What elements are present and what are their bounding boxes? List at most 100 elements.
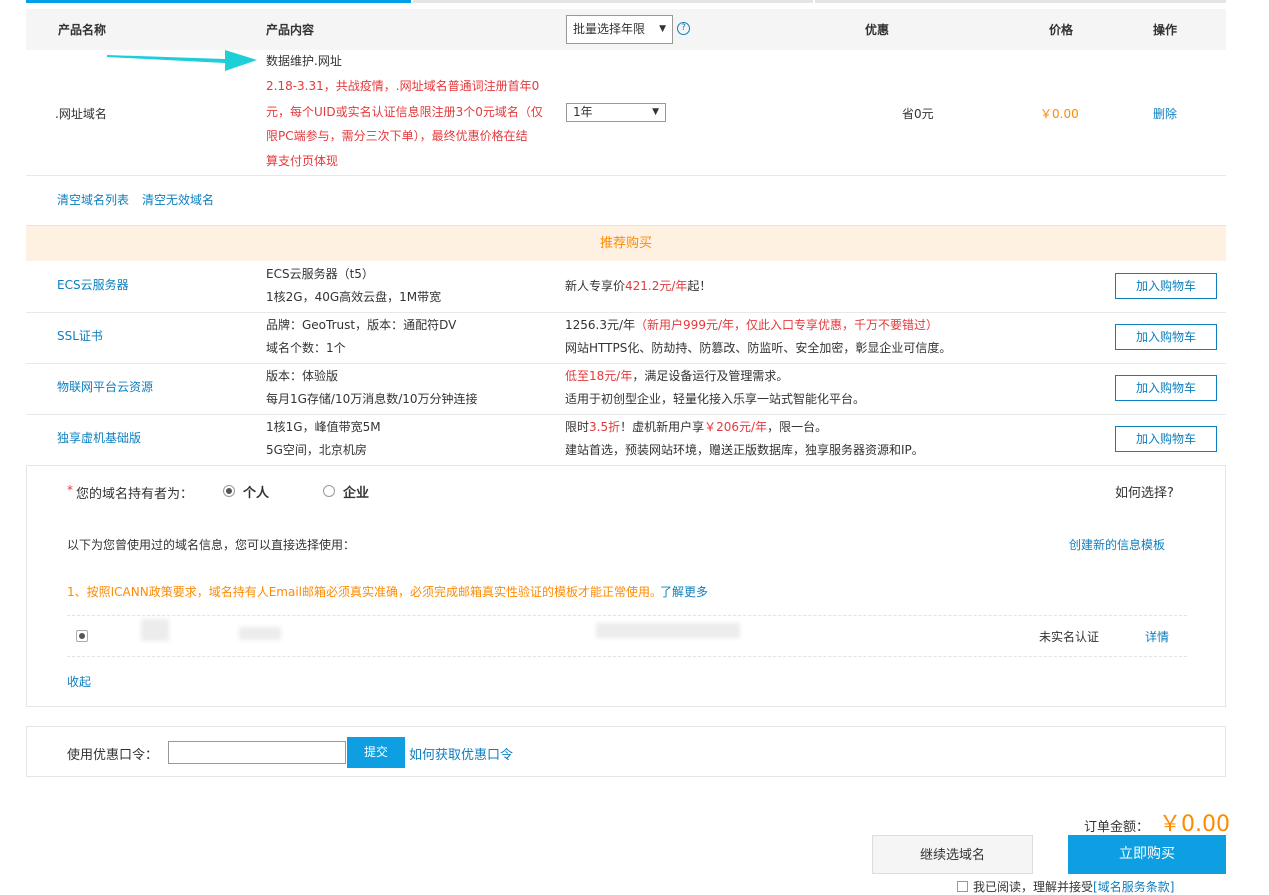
desc-price: 421.2元/年 <box>625 279 688 293</box>
agree-checkbox[interactable] <box>957 881 968 892</box>
recommend-header: 推荐购买 <box>26 225 1226 261</box>
col-product-name: 产品名称 <box>58 23 107 37</box>
year-select-value: 1年 <box>573 105 593 119</box>
radio-personal[interactable] <box>223 485 235 497</box>
product-title: 数据维护.网址 <box>266 54 342 68</box>
icann-notice: 1、按照ICANN政策要求，域名持有人Email邮箱必须真实准确，必须完成邮箱真… <box>67 585 663 599</box>
progress-separator <box>411 0 413 3</box>
desc-text: ，满足设备运行及管理需求。 <box>632 369 789 383</box>
recommend-item-name[interactable]: 独享虚机基础版 <box>57 429 141 446</box>
desc-text: 新人专享价 <box>565 279 626 293</box>
clear-invalid-domains-link[interactable]: 清空无效域名 <box>142 191 214 208</box>
used-info-text: 以下为您曾使用过的域名信息，您可以直接选择使用： <box>67 538 356 552</box>
learn-more-link[interactable]: 了解更多 <box>660 583 708 600</box>
help-icon[interactable]: ? <box>677 22 690 35</box>
recommend-row: ECS云服务器 ECS云服务器（t5） 1核2G，40G高效云盘，1M带宽 新人… <box>26 261 1226 313</box>
redacted-field <box>596 623 740 638</box>
product-promo-line: 限PC端参与，需分三次下单），最终优惠价格在结 <box>266 129 528 143</box>
recommend-item-name[interactable]: 物联网平台云资源 <box>57 378 153 395</box>
recommend-row: 物联网平台云资源 版本：体验版 每月1G存储/10万消息数/10万分钟连接 低至… <box>26 363 1226 415</box>
desc-text: 限时 <box>565 420 590 434</box>
add-to-cart-button[interactable]: 加入购物车 <box>1115 273 1217 299</box>
redacted-field <box>141 619 169 641</box>
recommend-desc: 新人专享价421.2元/年起！ <box>565 277 711 294</box>
radio-company[interactable] <box>323 485 335 497</box>
recommend-row: SSL证书 品牌：GeoTrust，版本：通配符DV 域名个数：1个 1256.… <box>26 312 1226 364</box>
coupon-submit-button[interactable]: 提交 <box>347 737 405 768</box>
recommend-desc: 低至18元/年，满足设备运行及管理需求。 <box>565 367 788 384</box>
col-action: 操作 <box>1153 23 1178 37</box>
recommend-desc: 限时3.5折！虚机新用户享￥206元/年，限一台。 <box>565 418 827 435</box>
continue-select-domain-button[interactable]: 继续选域名 <box>872 835 1033 874</box>
add-to-cart-button[interactable]: 加入购物车 <box>1115 324 1217 350</box>
coupon-input[interactable] <box>168 741 346 764</box>
recommend-spec: 域名个数：1个 <box>266 341 346 355</box>
coupon-panel: 使用优惠口令： 提交 如何获取优惠口令 <box>26 726 1226 777</box>
progress-separator <box>813 0 815 3</box>
recommend-spec: 每月1G存储/10万消息数/10万分钟连接 <box>266 392 478 406</box>
divider <box>67 615 1187 616</box>
progress-strip <box>26 0 1226 3</box>
product-promo-line: 元，每个UID或实名认证信息限注册3个0元域名（仅 <box>266 105 543 119</box>
recommend-spec: 1核2G，40G高效云盘，1M带宽 <box>266 290 442 304</box>
verification-status: 未实名认证 <box>1039 630 1100 644</box>
order-amount: ￥0.00 <box>1159 812 1230 837</box>
desc-promo: （新用户999元/年，仅此入口专享优惠，千万不要错过） <box>635 318 938 332</box>
recommend-row: 独享虚机基础版 1核1G，峰值带宽5M 5G空间，北京机房 限时3.5折！虚机新… <box>26 414 1226 466</box>
collapse-link[interactable]: 收起 <box>67 673 91 690</box>
batch-year-select-value: 批量选择年限 <box>573 22 646 36</box>
divider <box>67 656 1187 657</box>
buy-now-button[interactable]: 立即购买 <box>1068 835 1226 874</box>
product-promo-line: 算支付页体现 <box>266 154 339 168</box>
product-price: ￥0.00 <box>1040 107 1079 121</box>
detail-link[interactable]: 详情 <box>1145 628 1169 645</box>
how-to-get-coupon-link[interactable]: 如何获取优惠口令 <box>409 744 513 763</box>
how-to-choose-link[interactable]: 如何选择? <box>1115 482 1174 501</box>
recommend-desc: 适用于初创型企业，轻量化接入乐享一站式智能化平台。 <box>565 392 866 406</box>
recommend-spec: 版本：体验版 <box>266 369 339 383</box>
agree-text: 我已阅读，理解并接受[域名服务条款] <box>973 878 1174 895</box>
holder-label: 您的域名持有者为： <box>76 487 194 502</box>
desc-price: 低至18元/年 <box>565 369 633 383</box>
recommend-item-name[interactable]: ECS云服务器 <box>57 276 129 293</box>
recommend-desc: 1256.3元/年（新用户999元/年，仅此入口专享优惠，千万不要错过） <box>565 316 938 333</box>
recommend-desc: 建站首选，预装网站环境，赠送正版数据库，独享服务器资源和IP。 <box>565 443 924 457</box>
product-promo-line: 2.18-3.31，共战疫情，.网址域名普通词注册首年0 <box>266 79 540 93</box>
chevron-down-icon: ▼ <box>652 107 659 117</box>
add-to-cart-button[interactable]: 加入购物车 <box>1115 426 1217 452</box>
recommend-spec: ECS云服务器（t5） <box>266 267 374 281</box>
batch-year-select[interactable]: 批量选择年限 ▼ <box>566 15 673 44</box>
year-select[interactable]: 1年 ▼ <box>566 103 666 122</box>
order-amount-label: 订单金额： <box>1084 820 1150 835</box>
desc-text: ，限一台。 <box>767 420 828 434</box>
desc-text: 起！ <box>687 279 712 293</box>
table-header: 产品名称 产品内容 批量选择年限 ▼ ? 优惠 价格 操作 <box>26 9 1226 50</box>
recommend-item-name[interactable]: SSL证书 <box>57 327 103 344</box>
recommend-spec: 品牌：GeoTrust，版本：通配符DV <box>266 318 457 332</box>
required-mark: * <box>67 483 73 497</box>
desc-text: ！虚机新用户享 <box>620 420 705 434</box>
recommend-spec: 1核1G，峰值带宽5M <box>266 420 381 434</box>
recommend-desc: 网站HTTPS化、防劫持、防篡改、防监听、安全加密，彰显企业可信度。 <box>565 341 952 355</box>
delete-link[interactable]: 删除 <box>1153 105 1177 122</box>
desc-price: ￥206元/年 <box>704 420 768 434</box>
product-discount: 省0元 <box>902 107 934 121</box>
desc-price: 1256.3元/年 <box>565 318 636 332</box>
col-discount: 优惠 <box>865 23 890 37</box>
product-name: .网址域名 <box>55 107 107 121</box>
recommend-spec: 5G空间，北京机房 <box>266 443 367 457</box>
desc-discount: 3.5折 <box>589 420 621 434</box>
col-product-content: 产品内容 <box>266 23 315 37</box>
chevron-down-icon: ▼ <box>659 24 666 34</box>
create-template-link[interactable]: 创建新的信息模板 <box>1069 536 1165 553</box>
clear-domain-list-link[interactable]: 清空域名列表 <box>57 191 129 208</box>
redacted-field <box>239 627 281 640</box>
domain-holder-panel: * 您的域名持有者为： 个人 企业 如何选择? 以下为您曾使用过的域名信息，您可… <box>26 465 1226 707</box>
col-price: 价格 <box>1049 23 1074 37</box>
option-personal-label[interactable]: 个人 <box>243 482 269 501</box>
option-company-label[interactable]: 企业 <box>343 482 369 501</box>
coupon-label: 使用优惠口令： <box>67 748 159 763</box>
template-select-radio[interactable] <box>76 630 88 642</box>
add-to-cart-button[interactable]: 加入购物车 <box>1115 375 1217 401</box>
progress-active-segment <box>26 0 411 3</box>
